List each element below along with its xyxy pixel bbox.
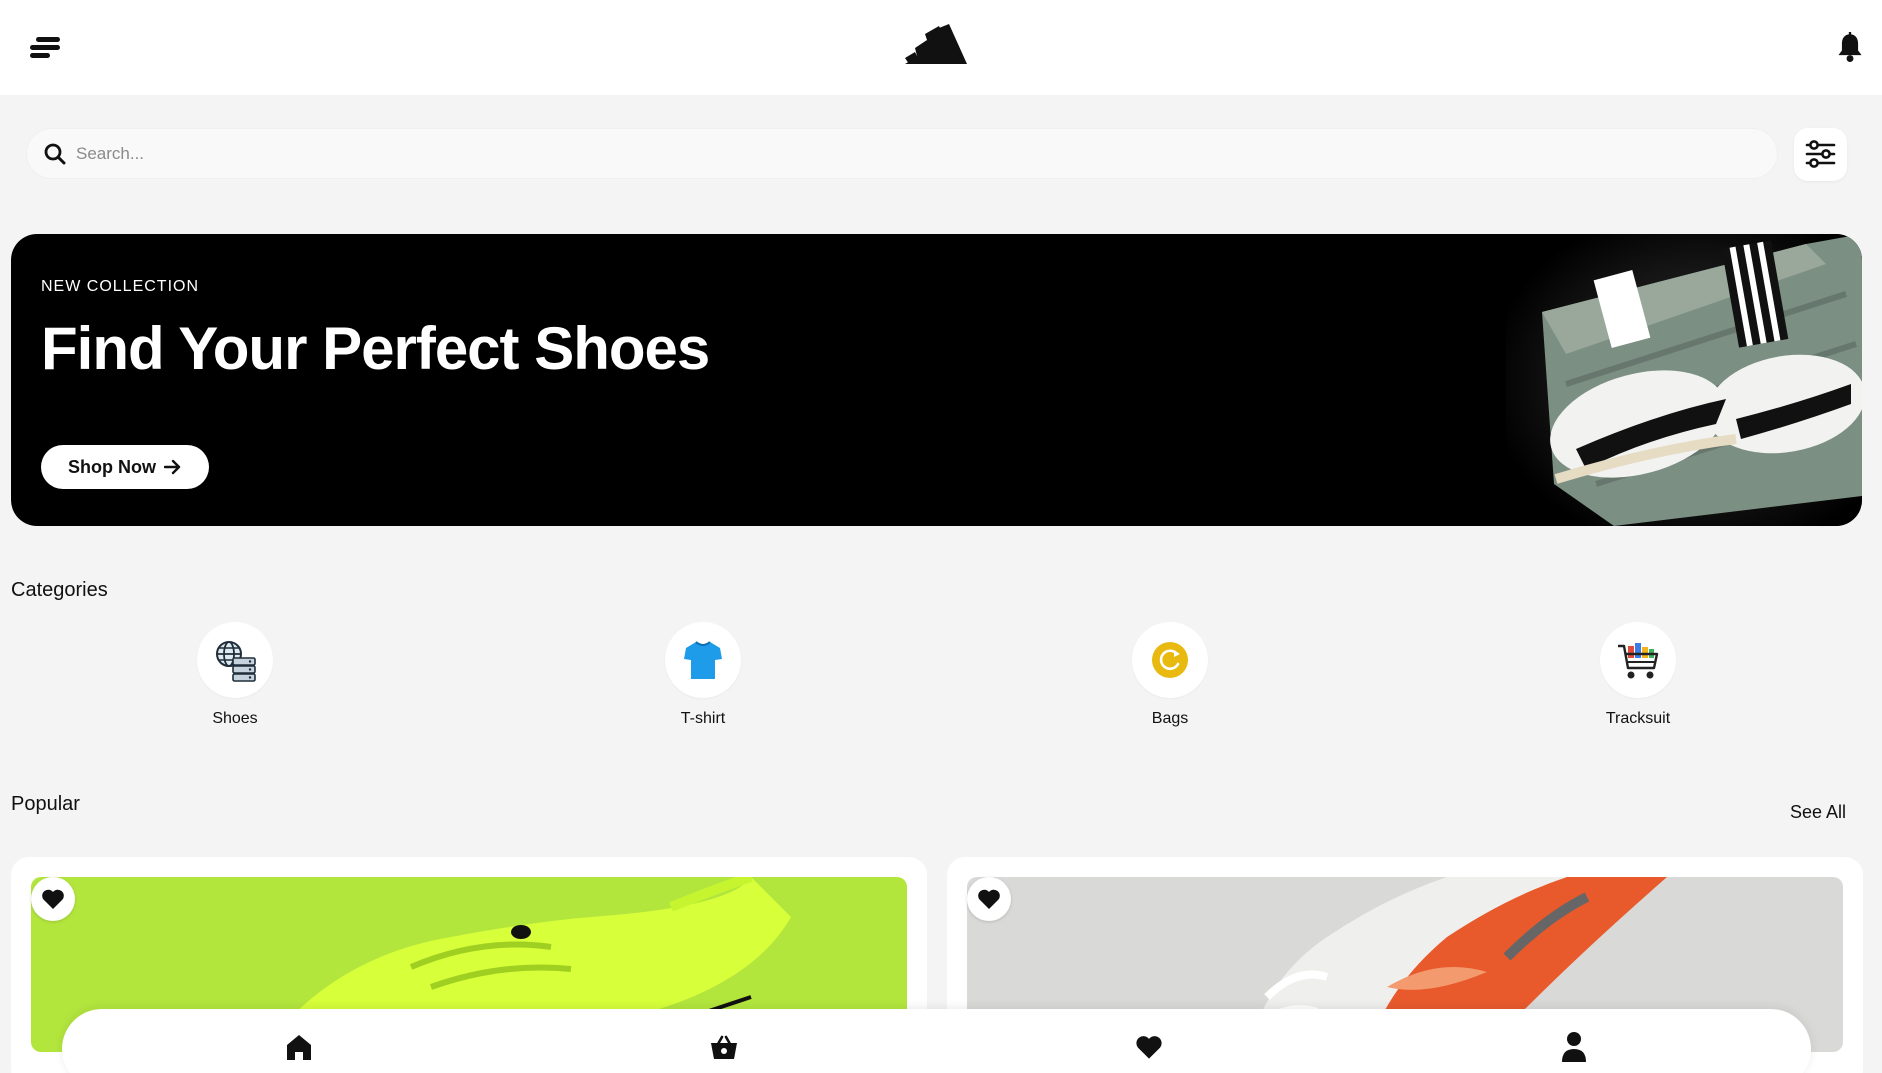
category-shoes[interactable]: Shoes [155,622,315,728]
banner-eyebrow: NEW COLLECTION [41,278,200,295]
nav-basket[interactable] [704,1027,744,1067]
category-circle [665,622,741,698]
top-bar [0,0,1882,95]
heart-icon [42,889,64,909]
category-tshirt[interactable]: T-shirt [623,622,783,728]
hero-banner: NEW COLLECTION Find Your Perfect Shoes S… [11,234,1862,526]
globe-server-icon [216,641,256,682]
popular-title: Popular [11,793,80,815]
category-circle [1600,622,1676,698]
heart-icon [1136,1036,1162,1059]
banner-shoes-image [1506,234,1862,526]
shop-now-label: Shop Now [68,456,156,477]
search-icon [44,143,66,165]
adidas-logo-icon[interactable] [905,24,967,64]
category-circle [197,622,273,698]
menu-icon[interactable] [28,34,68,64]
see-all-link[interactable]: See All [1790,802,1846,823]
filter-button[interactable] [1794,128,1847,181]
category-label: Shoes [212,710,258,727]
category-label: Bags [1151,710,1189,727]
categories-title: Categories [11,579,108,601]
arrow-right-icon [164,459,181,475]
sliders-icon [1805,140,1836,168]
category-bags[interactable]: Bags [1090,622,1250,728]
search-input[interactable] [76,138,1756,170]
bottom-nav [62,1009,1811,1073]
nav-home[interactable] [279,1027,319,1067]
category-circle [1132,622,1208,698]
category-label: T-shirt [680,710,726,727]
tshirt-icon [684,641,722,679]
user-icon [1562,1032,1586,1062]
bell-icon[interactable] [1836,32,1864,62]
category-tracksuit[interactable]: Tracksuit [1558,622,1718,728]
refresh-coin-icon [1152,642,1188,678]
category-label: Tracksuit [1605,710,1671,727]
favorite-button[interactable] [31,877,75,921]
nav-favorites[interactable] [1129,1027,1169,1067]
shop-now-button[interactable]: Shop Now [41,445,209,489]
favorite-button[interactable] [967,877,1011,921]
basket-icon [711,1035,737,1059]
home-icon [287,1035,311,1060]
heart-icon [978,889,1000,909]
shopping-cart-icon [1618,643,1659,679]
banner-title: Find Your Perfect Shoes [41,315,710,382]
nav-profile[interactable] [1554,1027,1594,1067]
